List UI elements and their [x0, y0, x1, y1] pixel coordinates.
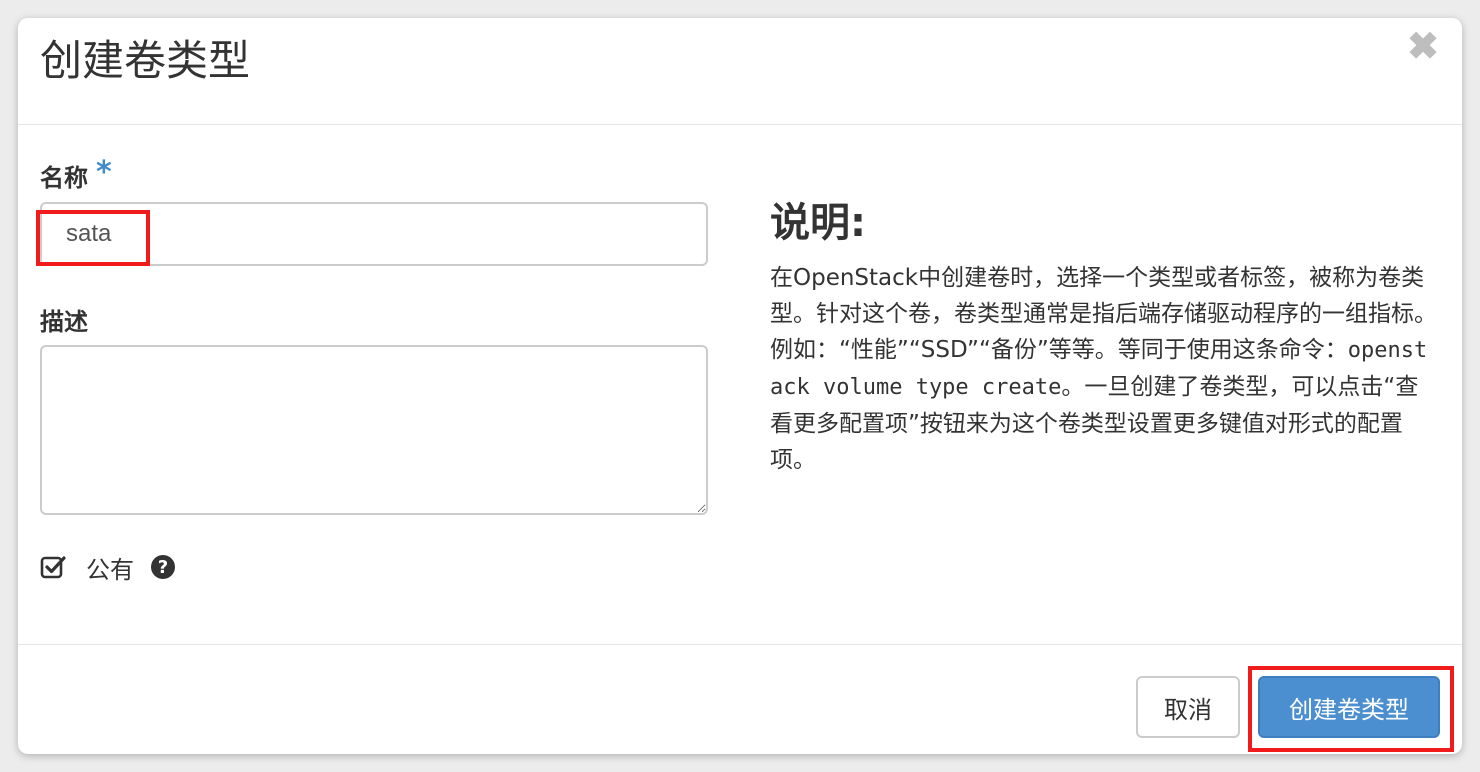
create-volume-type-button[interactable]: 创建卷类型	[1258, 676, 1440, 738]
help-description: 在OpenStack中创建卷时，选择一个类型或者标签，被称为卷类型。针对这个卷，…	[770, 260, 1440, 478]
checkbox-checked-icon[interactable]	[40, 554, 66, 580]
svg-text:?: ?	[158, 557, 168, 578]
modal-footer	[18, 644, 1462, 754]
required-asterisk-icon: *	[96, 155, 112, 190]
description-label: 描述	[40, 308, 88, 336]
close-icon[interactable]: ✖	[1406, 28, 1440, 66]
help-text-before: 在OpenStack中创建卷时，选择一个类型或者标签，被称为卷类型。针对这个卷，…	[770, 265, 1437, 363]
modal-header: 创建卷类型 ✖	[18, 18, 1462, 125]
create-volume-type-dialog: 创建卷类型 ✖ 名称 * 描述 公有 ? 说明: 在OpenStack中创建卷时，…	[18, 18, 1462, 754]
public-option: 公有 ?	[40, 552, 176, 584]
help-title: 说明:	[770, 200, 866, 246]
question-circle-icon[interactable]: ?	[150, 554, 176, 580]
name-input[interactable]	[40, 202, 708, 266]
modal-title: 创建卷类型	[40, 36, 251, 85]
cancel-button[interactable]: 取消	[1136, 676, 1240, 738]
description-textarea[interactable]	[40, 345, 708, 515]
name-label: 名称 *	[40, 155, 112, 194]
name-label-text: 名称	[40, 164, 88, 192]
public-label: 公有	[86, 555, 134, 584]
